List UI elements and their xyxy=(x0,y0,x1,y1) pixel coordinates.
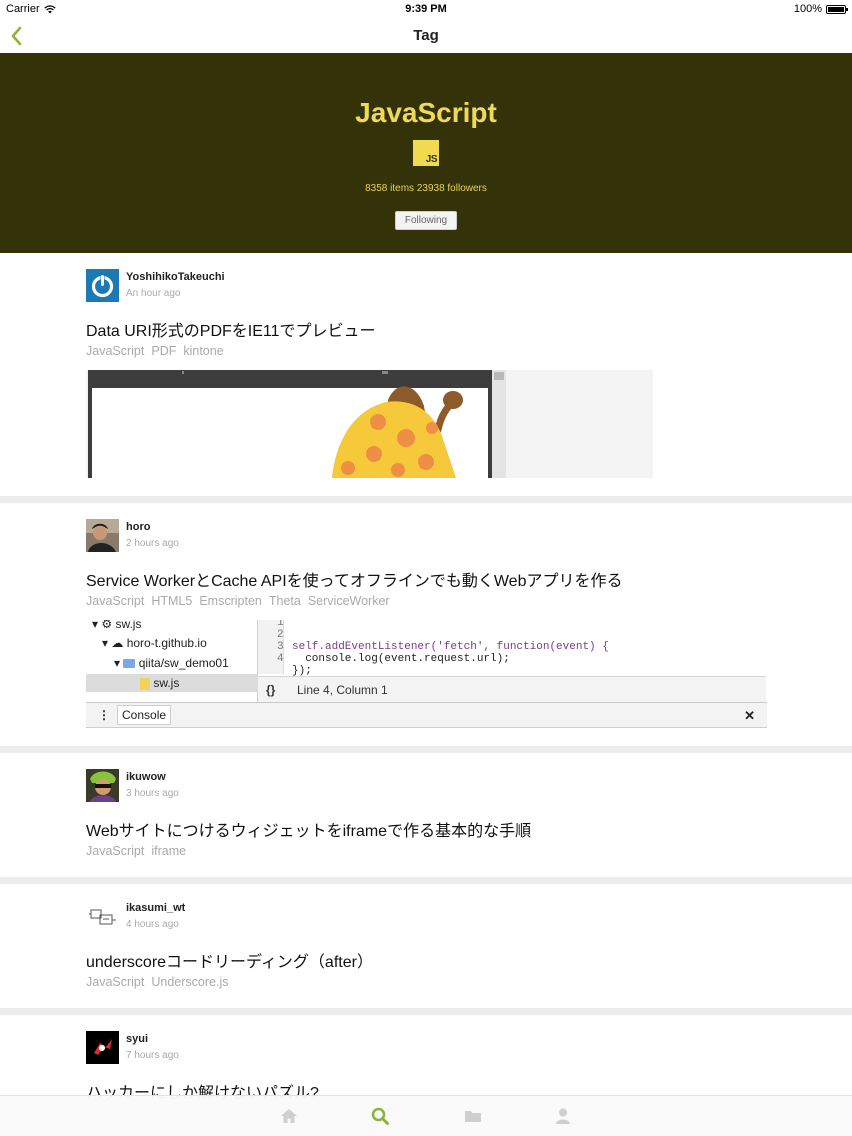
giraffe-preview-image xyxy=(86,370,653,478)
list-item[interactable]: ikasumi_wt 4 hours ago underscoreコードリーディ… xyxy=(0,884,852,1008)
tag-link[interactable]: kintone xyxy=(183,344,223,358)
tree-origin: ▾ ☁ horo-t.github.io xyxy=(102,636,207,650)
author-name[interactable]: ikasumi_wt xyxy=(126,902,185,914)
item-title[interactable]: Service WorkerとCache APIを使ってオフラインでも動くWeb… xyxy=(86,567,622,591)
list-item[interactable]: YoshihikoTakeuchi An hour ago Data URI形式… xyxy=(0,253,852,496)
tag-list: JavaScript Underscore.js xyxy=(86,975,235,989)
javascript-logo-icon: JS xyxy=(413,140,439,166)
item-title[interactable]: Webサイトにつけるウィジェットをiframeで作る基本的な手順 xyxy=(86,817,531,841)
tab-bar xyxy=(0,1095,852,1136)
tree-selected-file: sw.js xyxy=(140,676,179,690)
devtools-preview-image: ▾ ⚙ sw.js ▾ ☁ horo-t.github.io ▾ qiita/s… xyxy=(86,620,767,728)
tab-search[interactable] xyxy=(370,1106,390,1126)
tag-list: JavaScript iframe xyxy=(86,844,193,858)
file-icon xyxy=(140,677,150,690)
avatar[interactable] xyxy=(86,900,119,933)
tag-link[interactable]: JavaScript xyxy=(86,975,144,989)
battery-info: 100% xyxy=(793,3,848,15)
separator xyxy=(0,877,852,884)
battery-icon xyxy=(826,4,848,14)
tag-link[interactable]: HTML5 xyxy=(151,594,192,608)
separator xyxy=(0,496,852,503)
tab-profile[interactable] xyxy=(553,1106,573,1126)
tag-header: JavaScript JS 8358 items 23938 followers… xyxy=(0,53,852,253)
author-name[interactable]: YoshihikoTakeuchi xyxy=(126,271,225,283)
status-bar: Carrier 9:39 PM 100% xyxy=(0,0,852,18)
separator xyxy=(0,746,852,753)
status-time: 9:39 PM xyxy=(405,3,447,15)
avatar[interactable] xyxy=(86,269,119,302)
nav-bar: Tag xyxy=(0,18,852,53)
more-icon[interactable]: ⋮ xyxy=(98,708,110,722)
item-feed: YoshihikoTakeuchi An hour ago Data URI形式… xyxy=(0,253,852,1136)
tag-link[interactable]: ServiceWorker xyxy=(308,594,390,608)
tree-folder: ▾ qiita/sw_demo01 xyxy=(114,656,229,670)
cursor-position: Line 4, Column 1 xyxy=(297,683,388,697)
author-name[interactable]: horo xyxy=(126,521,150,533)
avatar[interactable] xyxy=(86,769,119,802)
tag-link[interactable]: Underscore.js xyxy=(151,975,228,989)
author-name[interactable]: ikuwow xyxy=(126,771,166,783)
tag-name: JavaScript xyxy=(355,97,497,128)
tag-link[interactable]: JavaScript xyxy=(86,844,144,858)
folder-icon xyxy=(465,1111,481,1122)
tag-stats: 8358 items 23938 followers xyxy=(365,183,487,194)
tag-list: JavaScript PDF kintone xyxy=(86,344,231,358)
tag-link[interactable]: Theta xyxy=(269,594,301,608)
item-title[interactable]: underscoreコードリーディング（after） xyxy=(86,948,373,972)
post-time: 7 hours ago xyxy=(126,1050,179,1061)
post-time: An hour ago xyxy=(126,288,181,299)
tab-home[interactable] xyxy=(279,1106,299,1126)
tag-link[interactable]: PDF xyxy=(151,344,176,358)
list-item[interactable]: horo 2 hours ago Service WorkerとCache AP… xyxy=(0,503,852,746)
person-icon xyxy=(556,1108,570,1124)
tree-file: ▾ ⚙ sw.js xyxy=(92,620,142,631)
console-tab[interactable]: Console xyxy=(117,705,172,725)
following-button[interactable]: Following xyxy=(395,211,457,230)
avatar[interactable] xyxy=(86,1031,119,1064)
pretty-print-icon[interactable]: {} xyxy=(266,683,275,697)
nav-title: Tag xyxy=(413,27,439,44)
item-title[interactable]: Data URI形式のPDFをIE11でプレビュー xyxy=(86,317,376,341)
tag-list: JavaScript HTML5 Emscripten Theta ServiceWor… xyxy=(86,594,397,608)
post-time: 2 hours ago xyxy=(126,538,179,549)
post-time: 4 hours ago xyxy=(126,919,179,930)
tag-link[interactable]: Emscripten xyxy=(199,594,262,608)
list-item[interactable]: ikuwow 3 hours ago Webサイトにつけるウィジェットをifra… xyxy=(0,753,852,877)
tag-link[interactable]: JavaScript xyxy=(86,594,144,608)
tag-link[interactable]: iframe xyxy=(151,844,186,858)
tag-link[interactable]: JavaScript xyxy=(86,344,144,358)
separator xyxy=(0,1008,852,1015)
search-icon xyxy=(371,1107,389,1125)
avatar[interactable] xyxy=(86,519,119,552)
battery-percent: 100% xyxy=(793,3,822,15)
tab-stock[interactable] xyxy=(463,1106,483,1126)
folder-icon xyxy=(123,659,136,669)
post-time: 3 hours ago xyxy=(126,788,179,799)
author-name[interactable]: syui xyxy=(126,1033,148,1045)
home-icon xyxy=(281,1109,297,1123)
close-icon[interactable]: ✕ xyxy=(744,708,755,724)
